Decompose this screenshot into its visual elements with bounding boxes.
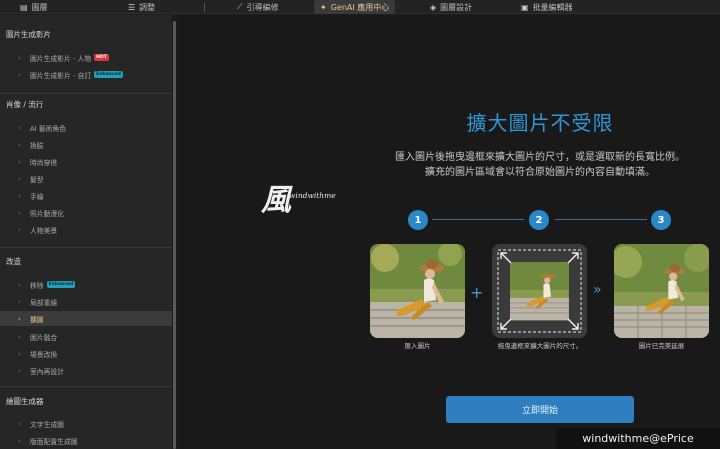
sidebar-item-layout-to-image[interactable]: › 版面配置生成圖 (0, 433, 172, 448)
scrollbar-thumb[interactable] (173, 21, 176, 449)
sidebar-item-interior-redesign[interactable]: › 室內再設計 (0, 363, 172, 378)
plus-icon: + (470, 283, 484, 302)
sidebar: 圖片生成影片 › 圖片生成影片 - 人物 HOT › 圖片生成影片 - 自訂 E… (0, 15, 172, 449)
step-connector (555, 219, 647, 220)
logo-character: 風 (261, 183, 291, 218)
tab-genai-center[interactable]: ✦ GenAI 應用中心 (314, 0, 396, 14)
sidebar-item-inpaint[interactable]: › 局部重繪 (0, 294, 172, 309)
sidebar-item-remove[interactable]: › 移除 Enhanced (0, 277, 172, 292)
step-connector (432, 219, 524, 220)
sidebar-item-people-scenery[interactable]: › 人物美景 (0, 222, 172, 237)
hot-badge: HOT (94, 54, 109, 61)
batch-icon: ▣ (521, 2, 529, 12)
layers-icon: ▤ (20, 2, 28, 12)
sidebar-item-fashion[interactable]: › 時尚穿搭 (0, 154, 172, 169)
chevron-right-icon: › (18, 280, 21, 289)
section-title-generator: 繪圖生成器 (6, 397, 44, 406)
layers-design-icon: ◈ (430, 2, 437, 12)
chevron-right-icon: › (18, 314, 21, 323)
caption-step-2: 拖曳邊框來擴大圖片的尺寸。 (497, 342, 583, 350)
top-toolbar: ▤ 圖層 ☰ 調整 ⟋ 引導編修 ✦ GenAI 應用中心 ◈ 圖層設計 ▣ 批… (0, 0, 720, 14)
sidebar-item-expand[interactable]: › 擴圖 (0, 311, 172, 326)
chevron-right-icon: › (18, 436, 21, 445)
double-chevron-right-icon: » (593, 282, 602, 298)
sparkle-icon: ✦ (320, 2, 327, 12)
section-title-portrait: 肖像 / 流行 (6, 100, 44, 109)
chevron-right-icon: › (18, 140, 21, 149)
chevron-right-icon: › (18, 366, 21, 375)
enhanced-badge: Enhanced (46, 281, 76, 288)
section-divider (0, 386, 172, 387)
chevron-right-icon: › (18, 225, 21, 234)
chevron-right-icon: › (18, 174, 21, 183)
sidebar-item-video-person[interactable]: › 圖片生成影片 - 人物 HOT (0, 50, 172, 65)
chevron-right-icon: › (18, 419, 21, 428)
logo-text: windwithme (289, 191, 336, 200)
tab-layer-design[interactable]: ◈ 圖層設計 (430, 0, 472, 14)
chevron-right-icon: › (18, 191, 21, 200)
tab-layers[interactable]: ▤ 圖層 (20, 0, 48, 14)
caption-step-1: 匯入圖片 (404, 342, 431, 350)
sidebar-item-ai-art-character[interactable]: › AI 藝術角色 (0, 120, 172, 135)
tab-guided-edit[interactable]: ⟋ 引導編修 (237, 0, 279, 14)
page-description: 匯入圖片後拖曳邊框來擴大圖片的尺寸，或是選取新的長寬比例。 擴充的圖片區域會以符… (395, 152, 685, 178)
chevron-right-icon: › (18, 123, 21, 132)
caption-step-3: 圖片已完美延展 (638, 342, 685, 350)
toolbar-divider (204, 3, 205, 12)
chevron-right-icon: › (18, 349, 21, 358)
sidebar-item-anime[interactable]: › 照片動漫化 (0, 205, 172, 220)
chevron-right-icon: › (18, 53, 21, 62)
sliders-icon: ☰ (128, 2, 136, 12)
section-divider (0, 93, 172, 94)
sidebar-item-face-swap[interactable]: › 換臉 (0, 137, 172, 152)
chevron-right-icon: › (18, 208, 21, 217)
watermark-text: windwithme@ePrice (556, 428, 720, 449)
tab-adjust[interactable]: ☰ 調整 (128, 0, 155, 14)
chevron-right-icon: › (18, 297, 21, 306)
sidebar-item-video-custom[interactable]: › 圖片生成影片 - 自訂 Enhanced (0, 67, 172, 82)
chevron-right-icon: › (18, 332, 21, 341)
chevron-right-icon: › (18, 70, 21, 79)
wand-icon: ⟋ (237, 2, 243, 11)
tab-batch-editor[interactable]: ▣ 批量編輯器 (521, 0, 573, 14)
example-image-expanded (614, 244, 709, 338)
sidebar-item-text-to-image[interactable]: › 文字生成圖 (0, 416, 172, 431)
step-badge-1: 1 (408, 210, 428, 230)
sidebar-item-hairstyle[interactable]: › 髮型 (0, 171, 172, 186)
sidebar-item-scene-change[interactable]: › 場景改換 (0, 346, 172, 361)
section-title-video: 圖片生成影片 (6, 30, 51, 39)
example-image-original (370, 244, 465, 338)
sidebar-item-image-blend[interactable]: › 圖片融合 (0, 329, 172, 344)
page-title: 擴大圖片不受限 (466, 111, 614, 135)
sidebar-item-hand-drawn[interactable]: › 手繪 (0, 188, 172, 203)
enhanced-badge: Enhanced (94, 71, 123, 78)
step-badge-3: 3 (651, 210, 671, 230)
step-badge-2: 2 (529, 210, 549, 230)
example-image-drag-border (492, 244, 587, 338)
section-title-transform: 改造 (6, 257, 21, 266)
start-now-button[interactable]: 立即開始 (446, 396, 634, 423)
watermark-logo: 風 windwithme (261, 175, 351, 218)
chevron-right-icon: › (18, 157, 21, 166)
main-panel (177, 15, 720, 449)
section-divider (0, 247, 172, 248)
